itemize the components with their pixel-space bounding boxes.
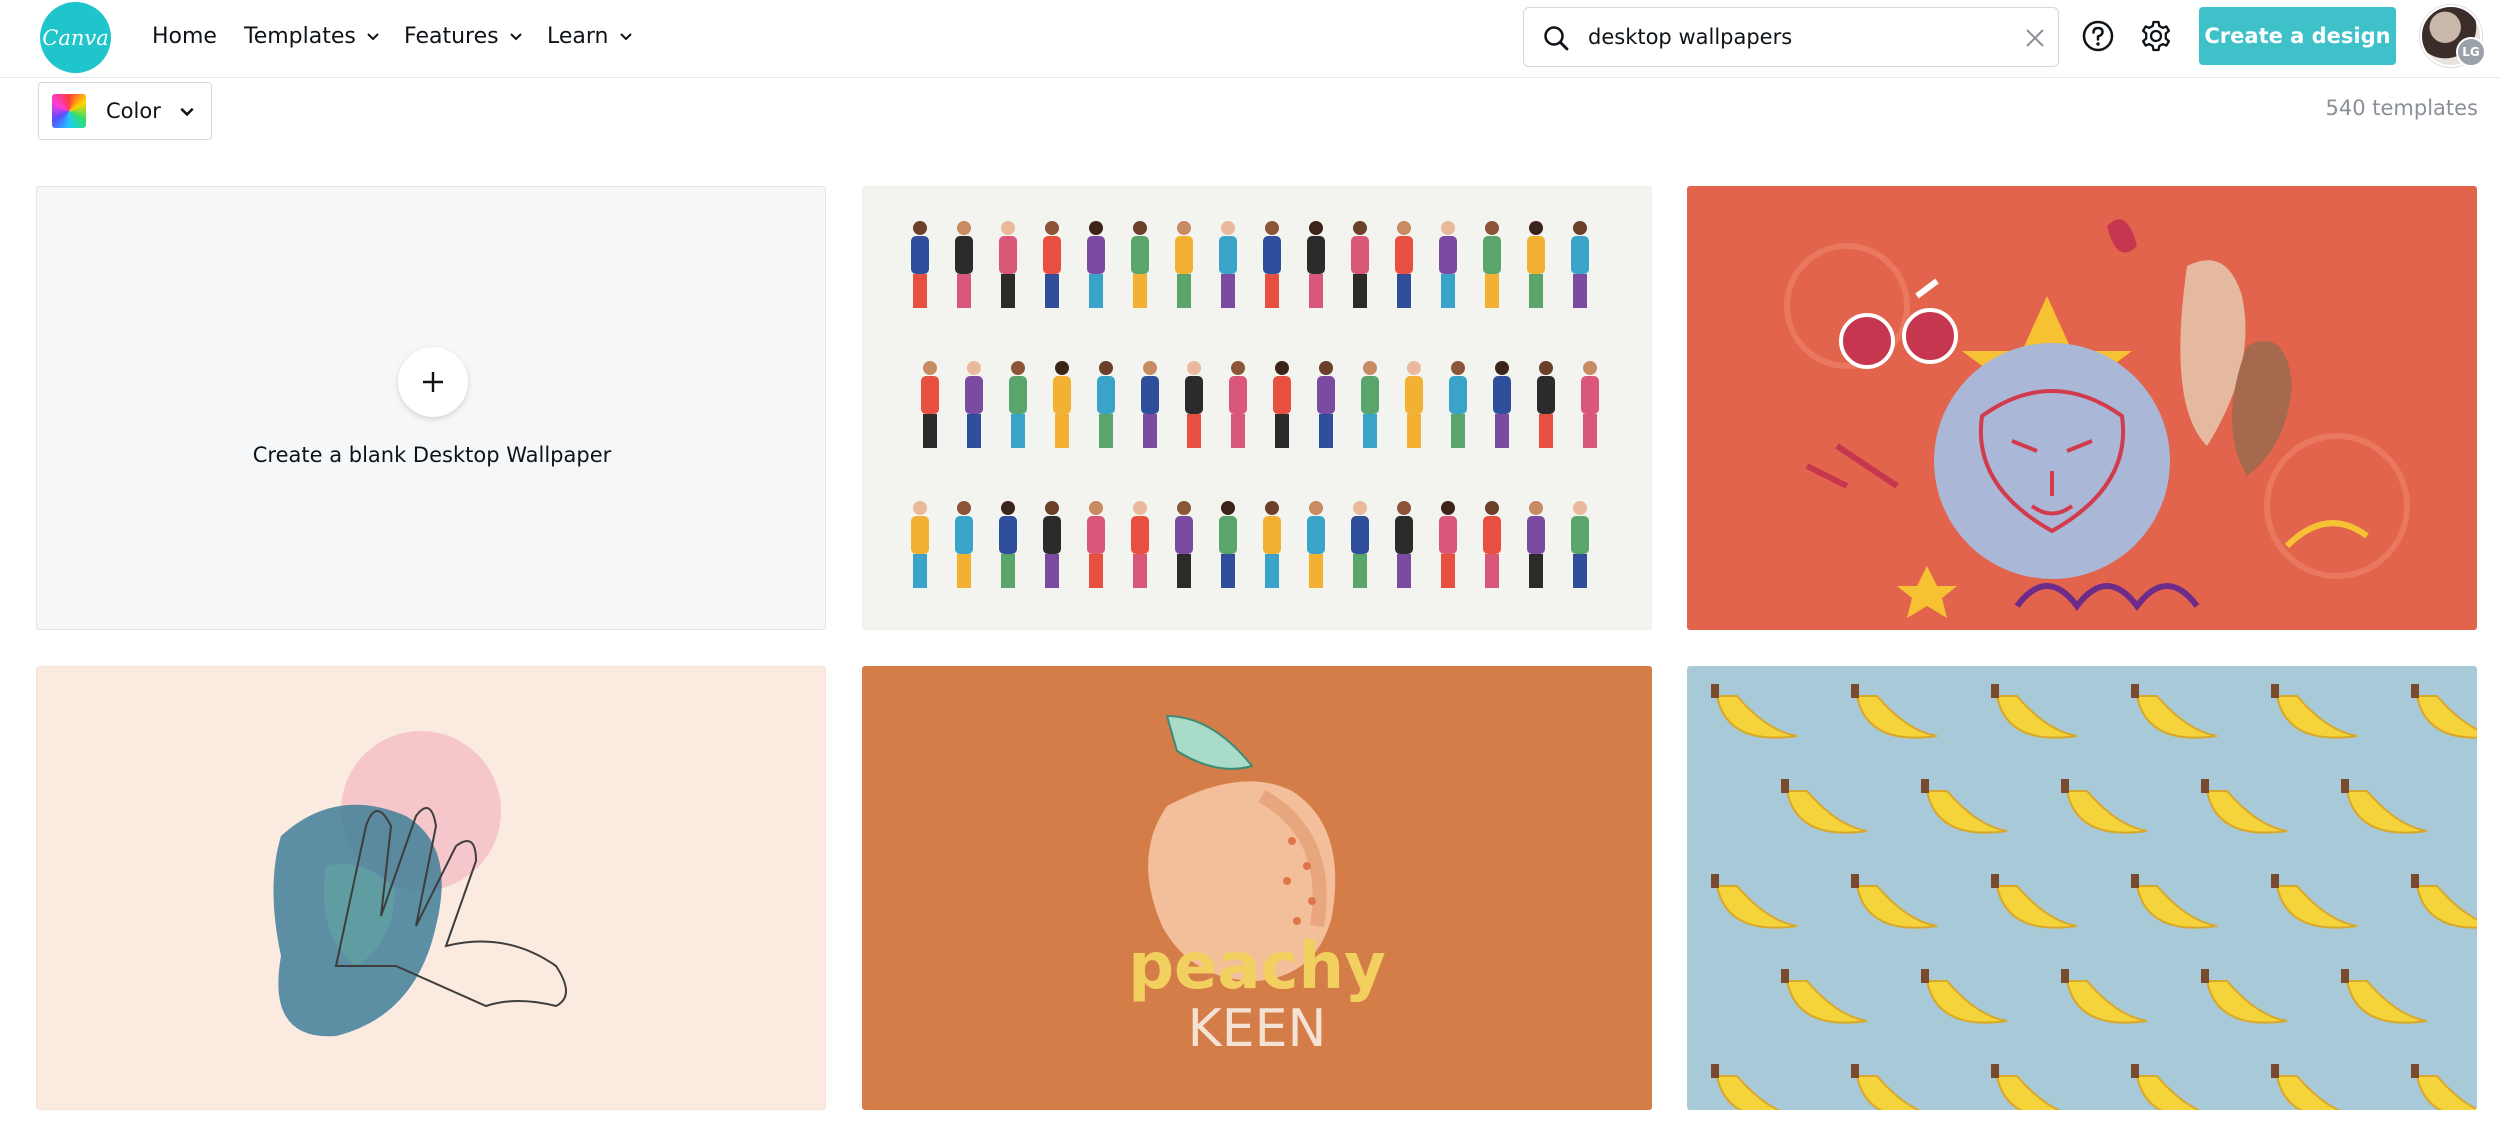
nav-features[interactable]: Features [404,18,523,54]
template-count: 540 templates [2325,96,2479,120]
nav-home[interactable]: Home [152,18,217,54]
top-header: Canva Home Templates Features Learn desk… [0,0,2500,78]
plus-icon [398,347,468,417]
chevron-down-icon [619,33,632,41]
nav-features-label: Features [404,23,499,49]
create-design-button[interactable]: Create a design [2199,7,2396,65]
template-card-peachy-keen[interactable]: peachy KEEN [862,666,1652,1110]
watercolor-hands [36,666,826,1110]
clear-search-icon[interactable] [2024,27,2046,49]
logo-text: Canva [42,25,109,50]
nav-templates[interactable]: Templates [244,18,380,54]
tiger-collage [1687,186,2477,630]
search-input[interactable] [1588,20,2008,54]
template-card-watercolor[interactable] [36,666,826,1110]
peachy-text: peachy [1128,930,1386,1004]
color-swatch-icon [52,94,86,128]
people-illustration [862,186,1652,630]
search-icon [1544,26,1569,51]
color-filter-label: Color [106,99,161,123]
peachy-keen-illustration: peachy KEEN [862,666,1652,1110]
template-card-tiger[interactable] [1687,186,2477,630]
banana-pattern [1687,666,2477,1110]
nav-learn-label: Learn [547,23,609,49]
chevron-down-icon [509,33,522,41]
color-filter-button[interactable]: Color [38,82,212,140]
template-card-people[interactable] [862,186,1652,630]
chevron-down-icon [367,33,379,41]
search-box [1523,7,2059,67]
chevron-down-icon [180,107,194,117]
canva-logo[interactable]: Canva [40,2,111,73]
avatar[interactable]: LG [2420,5,2486,67]
keen-text: KEEN [1188,999,1327,1059]
nav-learn[interactable]: Learn [547,18,633,54]
help-button[interactable] [2080,18,2116,54]
avatar-initials: LG [2456,37,2486,67]
nav-templates-label: Templates [244,23,356,49]
create-blank-label: Create a blank Desktop Wallpaper [252,443,612,467]
create-blank-card[interactable]: Create a blank Desktop Wallpaper [36,186,826,630]
nav-home-label: Home [152,23,217,49]
help-icon [2082,20,2114,52]
settings-button[interactable] [2138,18,2174,54]
app-root: Canva Home Templates Features Learn desk… [0,0,2500,1122]
template-card-banana[interactable] [1687,666,2477,1110]
gear-icon [2141,20,2171,52]
